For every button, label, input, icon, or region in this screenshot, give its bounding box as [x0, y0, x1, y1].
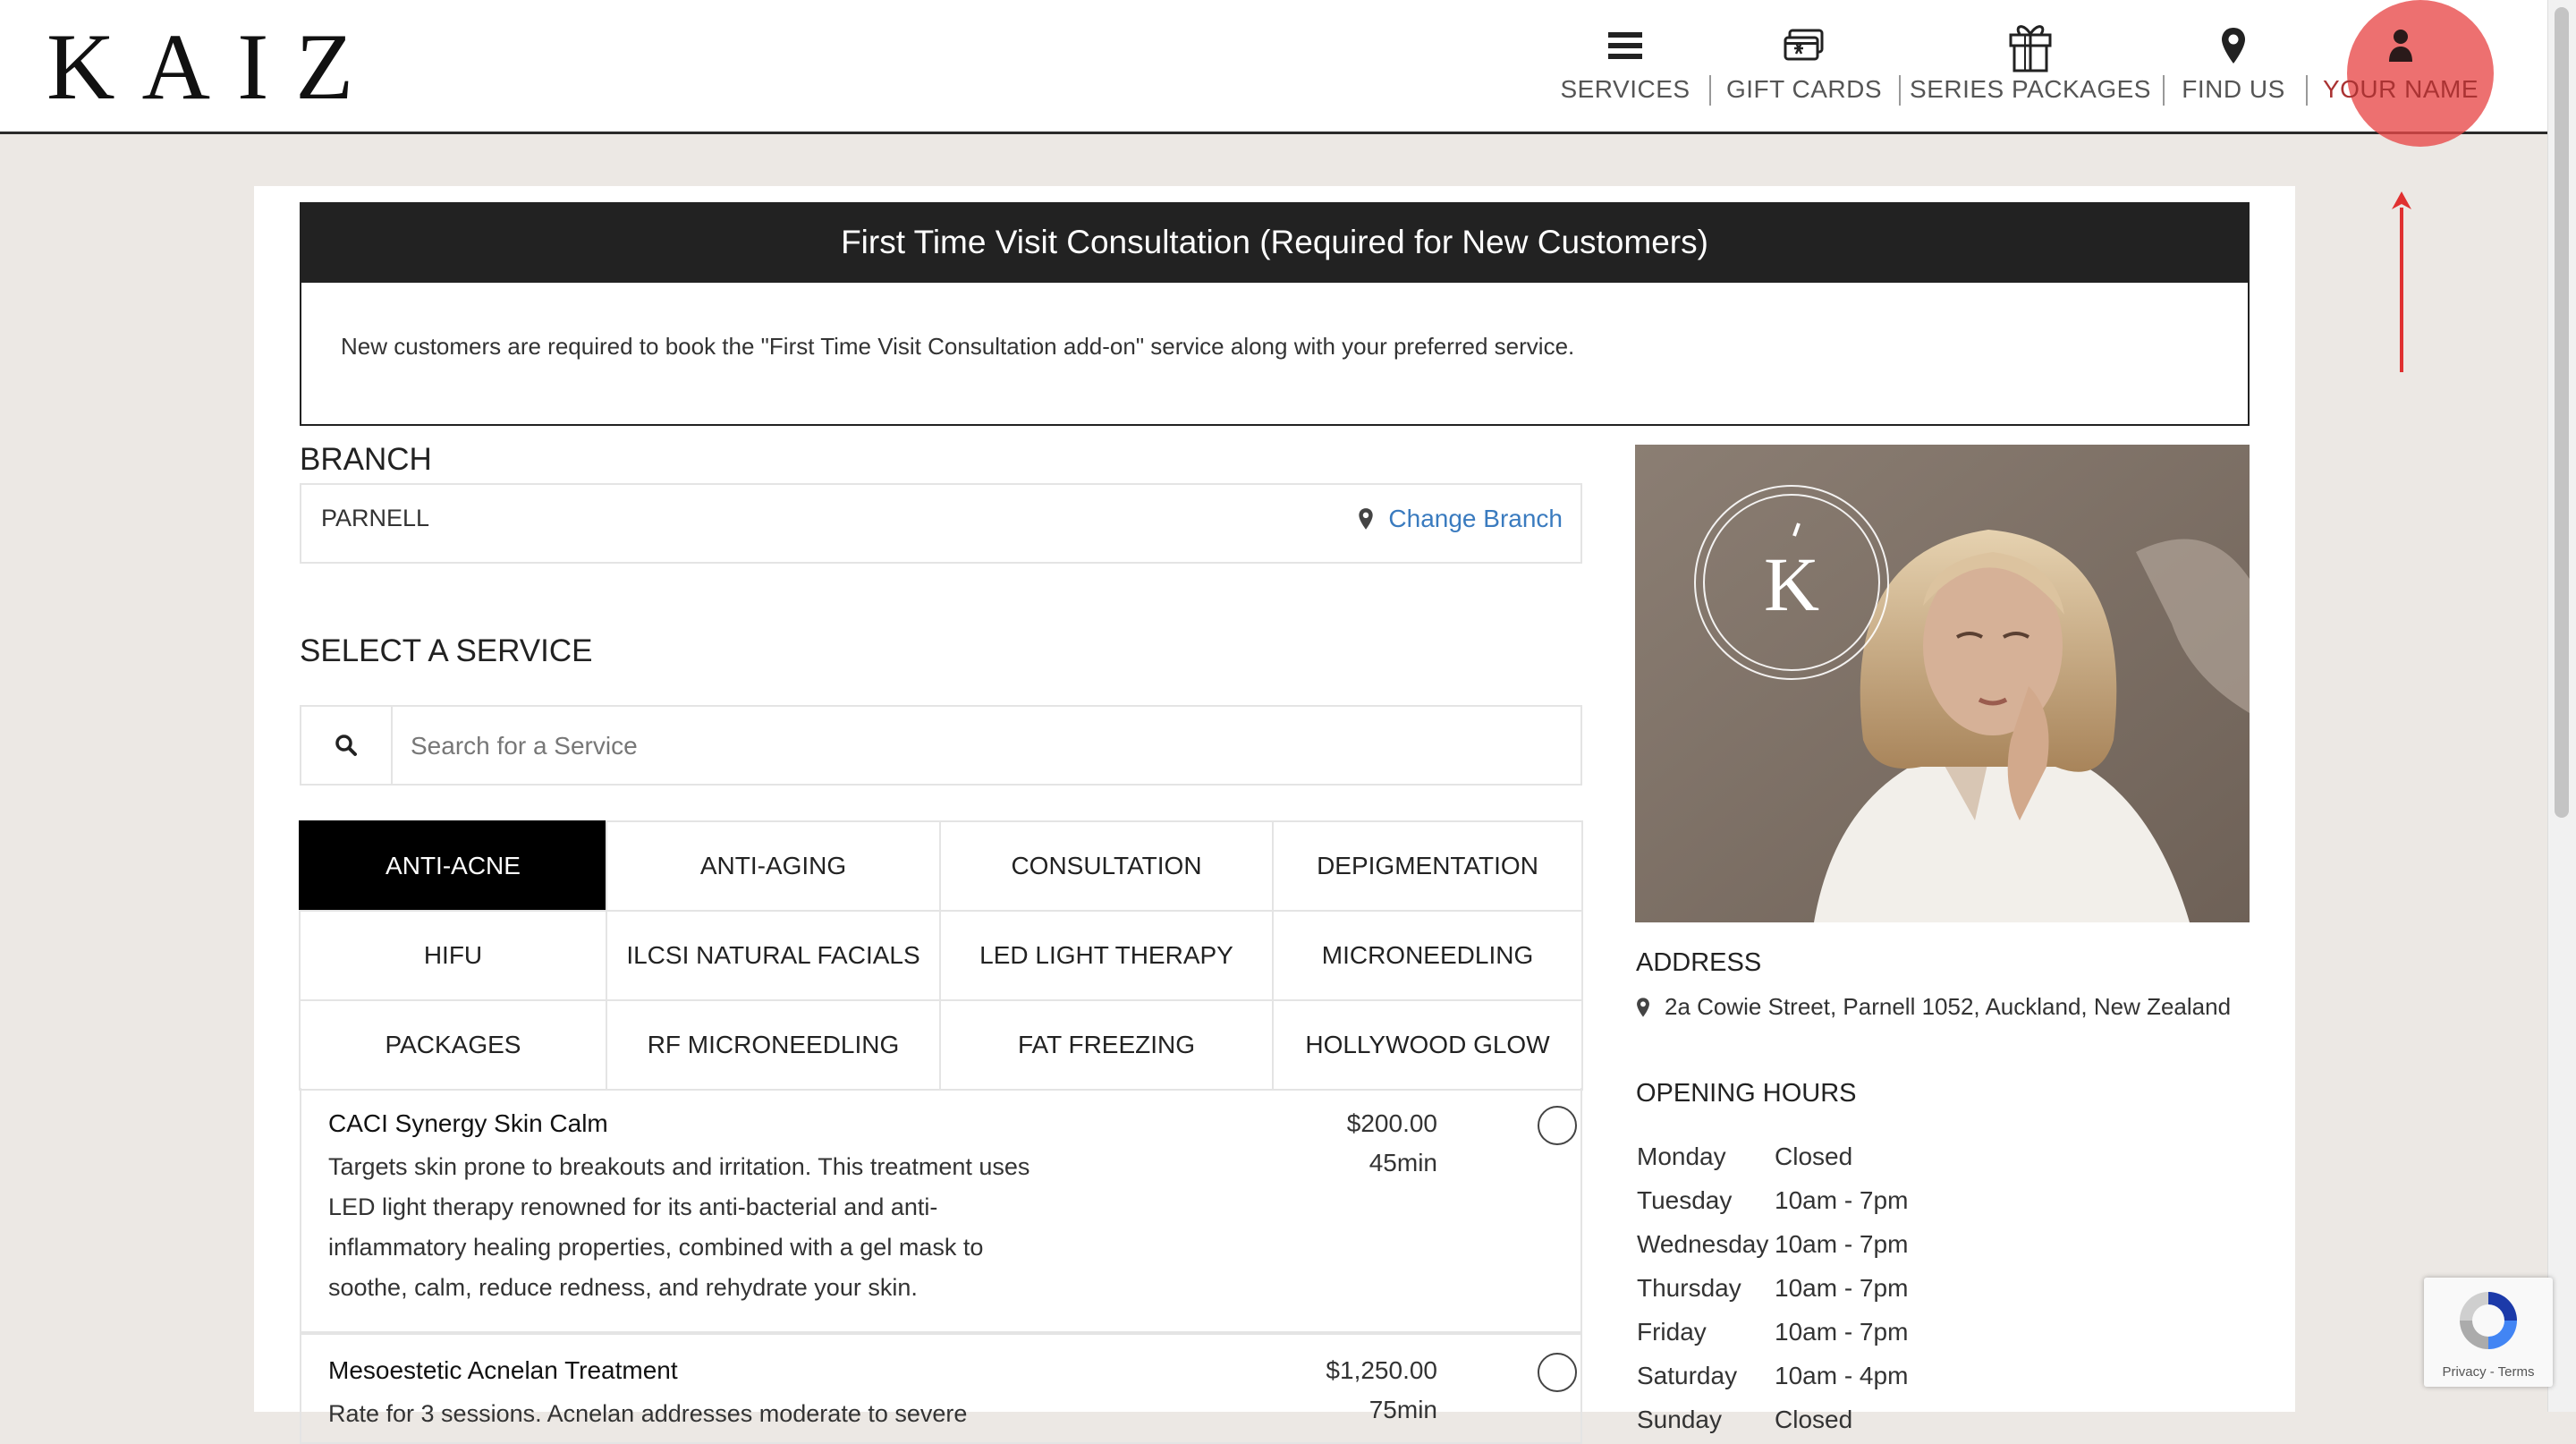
change-branch-label: Change Branch — [1388, 505, 1563, 532]
nav-divider — [1899, 75, 1901, 106]
hours-row: Wednesday 10am - 7pm — [1637, 1222, 1908, 1266]
nav-your-name[interactable]: YOUR NAME — [2323, 18, 2479, 116]
tab-anti-aging[interactable]: ANTI-AGING — [606, 820, 941, 912]
hours-row: Saturday 10am - 4pm — [1637, 1354, 1908, 1397]
tab-anti-acne[interactable]: ANTI-ACNE — [299, 820, 607, 912]
map-pin-icon — [2220, 18, 2247, 73]
nav-divider — [2163, 75, 2165, 106]
hours-day: Saturday — [1637, 1361, 1738, 1389]
search-icon — [335, 735, 357, 756]
nav-label: YOUR NAME — [2322, 75, 2479, 103]
service-name: Mesoestetic Acnelan Treatment — [328, 1356, 678, 1384]
service-search-input[interactable] — [393, 707, 1593, 786]
tab-hifu[interactable]: HIFU — [299, 910, 607, 1001]
notice-body: New customers are required to book the "… — [300, 283, 2250, 426]
annotation-arrow-icon — [2392, 191, 2411, 372]
service-description: Rate for 3 sessions. Acnelan addresses m… — [328, 1400, 968, 1427]
hours-day: Sunday — [1637, 1405, 1722, 1433]
hours-row: Friday 10am - 7pm — [1637, 1310, 1908, 1354]
photo-k-logo: K — [1764, 541, 1819, 627]
opening-hours-heading: OPENING HOURS — [1636, 1079, 1857, 1108]
booking-card: First Time Visit Consultation (Required … — [254, 186, 2295, 1444]
nav-divider — [2306, 75, 2308, 106]
kaiz-logo[interactable]: KAIZ — [47, 18, 380, 116]
hours-time: 10am - 7pm — [1775, 1273, 1909, 1302]
service-select-radio[interactable] — [1538, 1353, 1577, 1392]
hours-day: Wednesday — [1637, 1229, 1769, 1258]
nav-find-us[interactable]: FIND US — [2182, 18, 2285, 116]
hours-day: Friday — [1637, 1317, 1707, 1346]
nav-series-packages[interactable]: SERIES PACKAGES — [1910, 18, 2150, 116]
nav-label: FIND US — [2182, 75, 2285, 103]
service-price: $200.00 — [1346, 1109, 1437, 1137]
map-pin-icon — [1359, 508, 1374, 530]
gift-box-icon — [2007, 18, 2054, 73]
hours-time: 10am - 7pm — [1775, 1317, 1909, 1346]
recaptcha-icon — [2460, 1292, 2517, 1349]
tab-led-light-therapy[interactable]: LED LIGHT THERAPY — [939, 910, 1274, 1001]
tab-microneedling[interactable]: MICRONEEDLING — [1272, 910, 1583, 1001]
hours-day: Tuesday — [1637, 1185, 1733, 1214]
notice-title: First Time Visit Consultation (Required … — [300, 202, 2250, 283]
branch-heading: BRANCH — [300, 442, 432, 477]
hours-time: 10am - 7pm — [1775, 1185, 1909, 1214]
opening-hours-table: Monday Closed Tuesday 10am - 7pm Wednesday… — [1637, 1134, 1908, 1441]
branch-name: PARNELL — [321, 505, 430, 531]
tab-depigmentation[interactable]: DEPIGMENTATION — [1272, 820, 1583, 912]
hours-row: Thursday 10am - 7pm — [1637, 1266, 1908, 1310]
nav-label: GIFT CARDS — [1725, 75, 1883, 103]
tab-packages[interactable]: PACKAGES — [299, 999, 607, 1091]
service-duration: 75min — [1368, 1396, 1437, 1423]
hours-time: 10am - 7pm — [1775, 1229, 1909, 1258]
nav-divider — [1709, 75, 1711, 106]
hamburger-menu-icon — [1606, 18, 1644, 73]
recaptcha-privacy-terms[interactable]: Privacy - Terms — [2424, 1364, 2553, 1380]
service-description: Targets skin prone to breakouts and irri… — [328, 1153, 1030, 1301]
service-duration: 45min — [1368, 1149, 1437, 1176]
address-text: 2a Cowie Street, Parnell 1052, Auckland,… — [1665, 993, 2232, 1020]
recaptcha-badge[interactable]: Privacy - Terms — [2424, 1278, 2553, 1387]
service-search-box — [300, 705, 1593, 786]
site-header: KAIZ SERVICES GIFT CARDS SERIES PACKAGES… — [0, 0, 2547, 147]
address-heading: ADDRESS — [1636, 948, 1762, 977]
hours-day: Thursday — [1637, 1273, 1741, 1302]
change-branch-link[interactable]: Change Branch — [1358, 505, 1563, 533]
nav-gift-cards[interactable]: GIFT CARDS — [1726, 18, 1882, 116]
hours-time: 10am - 4pm — [1775, 1361, 1909, 1389]
hours-time: Closed — [1775, 1405, 1853, 1433]
woman-portrait-image: K — [1635, 445, 2250, 922]
service-price: $1,250.00 — [1326, 1356, 1437, 1384]
tab-hollywood-glow[interactable]: HOLLYWOOD GLOW — [1272, 999, 1583, 1091]
branch-box: PARNELL Change Branch — [300, 483, 1582, 564]
hours-row: Monday Closed — [1637, 1134, 1908, 1178]
tab-ilcsi-natural-facials[interactable]: ILCSI NATURAL FACIALS — [606, 910, 941, 1001]
nav-services[interactable]: SERVICES — [1560, 18, 1690, 116]
branch-photo: K — [1635, 445, 2250, 922]
tab-rf-microneedling[interactable]: RF MICRONEEDLING — [606, 999, 941, 1091]
map-pin-icon — [1637, 997, 1649, 1017]
tab-consultation[interactable]: CONSULTATION — [939, 820, 1274, 912]
notice-text: New customers are required to book the "… — [341, 333, 1575, 360]
service-row[interactable]: Mesoestetic Acnelan Treatment Rate for 3… — [300, 1333, 1582, 1444]
service-name: CACI Synergy Skin Calm — [328, 1109, 608, 1137]
hours-row: Sunday Closed — [1637, 1397, 1908, 1441]
tab-fat-freezing[interactable]: FAT FREEZING — [939, 999, 1274, 1091]
user-icon — [2387, 18, 2414, 73]
address-line: 2a Cowie Street, Parnell 1052, Auckland,… — [1636, 993, 2231, 1021]
hours-day: Monday — [1637, 1142, 1726, 1170]
page-scrollbar-thumb[interactable] — [2555, 7, 2569, 818]
search-button[interactable] — [301, 707, 393, 784]
nav-label: SERIES PACKAGES — [1910, 75, 2151, 103]
service-select-radio[interactable] — [1538, 1106, 1577, 1145]
service-row[interactable]: CACI Synergy Skin Calm Targets skin pron… — [300, 1088, 1582, 1333]
hours-time: Closed — [1775, 1142, 1853, 1170]
nav-label: SERVICES — [1560, 75, 1690, 103]
hours-row: Tuesday 10am - 7pm — [1637, 1178, 1908, 1222]
gift-card-icon — [1783, 18, 1826, 73]
select-service-heading: SELECT A SERVICE — [300, 633, 593, 668]
